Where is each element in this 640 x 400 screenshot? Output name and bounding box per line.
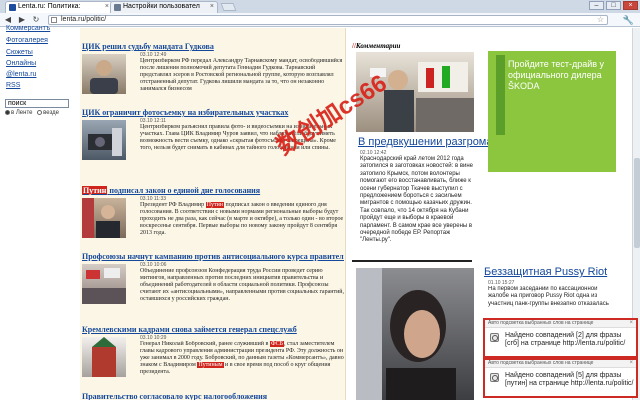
body-highlight: Путиным <box>197 362 224 368</box>
news-title[interactable]: ЦИК решил судьбу мандата Гудкова <box>82 42 344 51</box>
notification-header-text: Авто подсветка выбранных слов на страниц… <box>488 320 594 326</box>
body-text: Президент РФ Владимир <box>140 202 206 208</box>
news-thumbnail[interactable] <box>82 337 126 377</box>
url-text: lenta.ru/politic/ <box>61 16 107 23</box>
notification-text: Найдено совпадений [5] для фразы [путин]… <box>505 372 634 387</box>
kicker-text: Комментарии <box>355 42 401 50</box>
sidebar-item-rss[interactable]: RSS <box>6 82 20 89</box>
sidebar-item-stories[interactable]: Сюжеты <box>6 49 33 56</box>
sidebar-item-kommersant[interactable]: Коммерсантъ <box>6 25 50 32</box>
notification-header: Авто подсветка выбранных слов на страниц… <box>485 320 636 328</box>
news-item: Профсоюзы начнут кампанию против антисоц… <box>82 252 344 324</box>
news-item: ЦИК решил судьбу мандата Гудкова 03.10 1… <box>82 42 344 106</box>
notification-popup[interactable]: Авто подсветка выбранных слов на страниц… <box>483 318 638 358</box>
feature2-thumbnail[interactable] <box>356 268 474 400</box>
portrait-image-icon <box>356 268 456 400</box>
skoda-stripe-icon <box>496 55 505 135</box>
radio-everywhere[interactable] <box>37 110 43 115</box>
minimize-button[interactable]: – <box>589 1 604 10</box>
news-thumbnail[interactable] <box>82 120 126 160</box>
address-bar[interactable]: lenta.ru/politic/ ☆ <box>48 15 608 25</box>
search-scope: в Ленте везде <box>5 110 59 116</box>
body-highlight: ФСБ <box>269 341 285 347</box>
news-thumbnail[interactable] <box>82 54 126 94</box>
forward-button[interactable]: ▶ <box>17 15 27 25</box>
radio-label: везде <box>43 110 59 117</box>
wrench-menu-icon[interactable]: 🔧 <box>623 15 634 26</box>
kremlin-image-icon <box>92 337 116 377</box>
news-title[interactable]: Правительство согласовало курс налогообл… <box>82 392 344 400</box>
protest-image-icon <box>82 268 126 304</box>
page-icon <box>51 17 57 23</box>
sidebar-item-email[interactable]: @lenta.ru <box>6 71 36 78</box>
scrollbar-thumb[interactable] <box>634 158 640 248</box>
reload-button[interactable]: ↻ <box>31 15 41 25</box>
notification-popup[interactable]: Авто подсветка выбранных слов на страниц… <box>483 358 638 398</box>
camera-image-icon <box>88 128 122 156</box>
news-thumbnail[interactable] <box>82 264 126 304</box>
sidebar-item-photogallery[interactable]: Фотогалерея <box>6 37 48 44</box>
notification-header: Авто подсветка выбранных слов на страниц… <box>485 360 636 368</box>
feature2-body: На первом заседании по кассационной жало… <box>488 286 609 307</box>
notification-text: Найдено совпадений [2] для фразы [сгб] н… <box>505 332 626 347</box>
left-sidebar: Коммерсантъ Фотогалерея Сюжеты Онлайны @… <box>0 25 69 400</box>
news-body: Центризбирком РФ передал Александру Тарн… <box>140 58 343 92</box>
news-thumbnail[interactable] <box>82 198 126 238</box>
news-body: Генерал Николай Бобровский, ранее служив… <box>140 341 344 393</box>
radio-lenta[interactable] <box>5 110 10 115</box>
comments-header: //Комментарии <box>352 42 400 50</box>
back-button[interactable]: ◀ <box>3 15 13 25</box>
section-separator <box>352 260 472 262</box>
tab-title: Настройки пользовател <box>123 3 200 10</box>
news-item: Кремлевскими кадрами снова займется гене… <box>82 325 344 393</box>
title-text: подписал закон о единой дне голосования <box>109 186 261 195</box>
window-controls: – □ × <box>589 1 638 10</box>
tab-settings[interactable]: Настройки пользовател × <box>110 1 218 13</box>
feature-body: Краснодарский край летом 2012 года затоп… <box>360 156 474 244</box>
tab-close-icon[interactable]: × <box>105 3 109 10</box>
news-title[interactable]: Кремлевскими кадрами снова займется гене… <box>82 325 344 334</box>
tab-lenta[interactable]: Lenta.ru: Политика: × <box>5 1 113 13</box>
new-tab-button[interactable] <box>220 3 237 11</box>
news-title[interactable]: Путин подписал закон о единой дне голосо… <box>82 186 344 195</box>
news-column: ЦИК решил судьбу мандата Гудкова 03.10 1… <box>80 28 345 400</box>
news-body: Объединение профсоюзов Конфедерация труд… <box>140 268 344 302</box>
body-text: Генерал Николай Бобровский, ранее служив… <box>140 341 270 347</box>
skoda-ad-banner[interactable]: Пройдите тест-драйв у официального дилер… <box>488 51 616 172</box>
radio-label: в Ленте <box>11 110 33 117</box>
news-title[interactable]: Профсоюзы начнут кампанию против антисоц… <box>82 252 344 261</box>
search-icon <box>490 333 499 342</box>
notification-header-text: Авто подсветка выбранных слов на страниц… <box>488 360 594 366</box>
news-item: Правительство согласовало курс налогообл… <box>82 392 344 400</box>
search-icon <box>490 373 499 382</box>
notification-close-icon[interactable]: × <box>629 320 633 327</box>
notification-close-icon[interactable]: × <box>629 360 633 367</box>
sidebar-item-online[interactable]: Онлайны <box>6 60 36 67</box>
ad-text: Пройдите тест-драйв у официального дилер… <box>508 59 605 91</box>
tab-title: Lenta.ru: Политика: <box>18 3 81 10</box>
tab-close-icon[interactable]: × <box>210 3 214 10</box>
portrait-image-icon <box>82 198 120 238</box>
settings-favicon-icon <box>114 4 121 11</box>
portrait-image-icon <box>90 60 118 94</box>
close-window-button[interactable]: × <box>623 1 638 10</box>
body-highlight: Путин <box>205 202 224 208</box>
maximize-button[interactable]: □ <box>606 1 621 10</box>
browser-toolbar: ◀ ▶ ↻ lenta.ru/politic/ ☆ 🔧 <box>0 13 640 27</box>
search-input[interactable]: поиск <box>5 99 69 108</box>
lenta-favicon-icon <box>9 4 16 11</box>
title-highlight: Путин <box>82 186 108 195</box>
bookmark-star-icon[interactable]: ☆ <box>597 16 604 24</box>
feature2-title[interactable]: Беззащитная Pussy Riot <box>484 266 607 278</box>
tab-strip: Lenta.ru: Политика: × Настройки пользова… <box>0 0 640 13</box>
feature-title[interactable]: В предвкушении разгрома <box>358 136 493 148</box>
